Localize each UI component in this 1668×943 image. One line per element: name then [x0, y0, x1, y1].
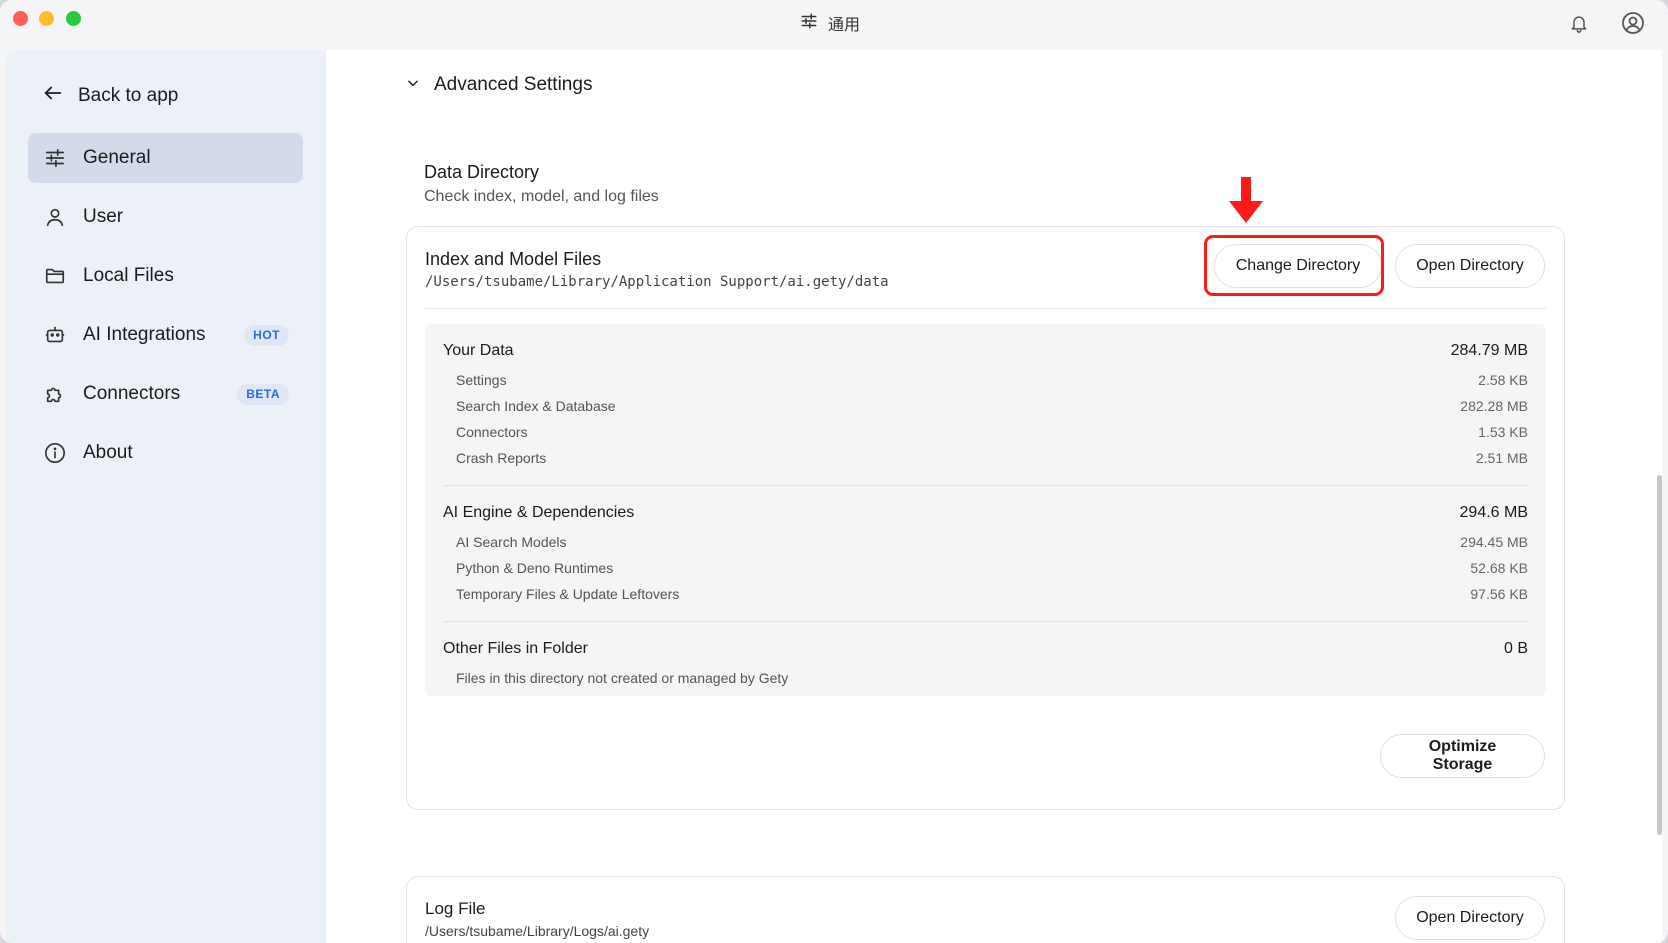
puzzle-icon: [42, 381, 68, 407]
storage-breakdown: Your Data 284.79 MB Settings 2.58 KB Sea…: [425, 324, 1546, 696]
divider: [443, 485, 1528, 486]
beta-badge: BETA: [237, 384, 289, 405]
section-title: Advanced Settings: [434, 74, 593, 95]
group-label: Your Data: [443, 342, 514, 359]
advanced-settings-toggle[interactable]: Advanced Settings: [406, 74, 592, 96]
close-window-button[interactable]: [13, 11, 28, 26]
group-size: 294.6 MB: [1459, 504, 1528, 521]
chevron-down-icon: [406, 74, 420, 96]
group-size: 0 B: [1503, 640, 1528, 657]
window-title: 通用: [828, 17, 861, 34]
item-size: 2.58 KB: [1478, 372, 1528, 388]
sidebar-item-about[interactable]: About: [28, 428, 303, 478]
group-other-files: Other Files in Folder 0 B: [443, 640, 1528, 658]
bell-icon[interactable]: [1566, 10, 1592, 36]
item-size: 97.56 KB: [1470, 586, 1528, 602]
window-title-group: 通用: [800, 11, 860, 35]
list-item: Temporary Files & Update Leftovers 97.56…: [456, 586, 1528, 602]
index-model-files-card: Index and Model Files /Users/tsubame/Lib…: [406, 177, 1565, 810]
robot-icon: [42, 322, 68, 348]
zoom-window-button[interactable]: [66, 11, 81, 26]
note-text: Files in this directory not created or m…: [456, 670, 789, 686]
list-item: Connectors 1.53 KB: [456, 424, 1528, 440]
item-size: 52.68 KB: [1470, 560, 1528, 576]
list-item: Python & Deno Runtimes 52.68 KB: [456, 560, 1528, 576]
data-directory-title: Data Directory: [424, 162, 540, 182]
folder-icon: [42, 263, 68, 289]
item-label: Python & Deno Runtimes: [456, 560, 614, 576]
sidebar-item-user[interactable]: User: [28, 192, 303, 242]
sidebar-item-label: Connectors: [83, 383, 181, 404]
back-to-app-link[interactable]: Back to app: [42, 82, 178, 110]
open-log-directory-button[interactable]: Open Directory: [1395, 896, 1545, 940]
data-directory-subtitle: Check index, model, and log files: [424, 188, 659, 205]
sidebar-item-connectors[interactable]: Connectors BETA: [28, 369, 303, 419]
minimize-window-button[interactable]: [39, 11, 54, 26]
directory-path: /Users/tsubame/Library/Application Suppo…: [425, 274, 889, 290]
item-size: 294.45 MB: [1460, 534, 1528, 550]
item-size: 282.28 MB: [1460, 398, 1528, 414]
item-label: Crash Reports: [456, 450, 547, 466]
main-content: Advanced Settings Data Directory Check i…: [326, 50, 1662, 943]
account-icon[interactable]: [1620, 10, 1646, 36]
sidebar-item-label: User: [83, 206, 124, 227]
sidebar-item-ai-integrations[interactable]: AI Integrations HOT: [28, 310, 303, 360]
sidebar: Back to app General User Local Files AI …: [6, 50, 326, 943]
log-file-card: Log File /Users/tsubame/Library/Logs/ai.…: [406, 876, 1565, 943]
open-directory-button[interactable]: Open Directory: [1395, 244, 1545, 288]
list-item: Settings 2.58 KB: [456, 372, 1528, 388]
log-path: /Users/tsubame/Library/Logs/ai.gety: [425, 923, 650, 939]
optimize-storage-button[interactable]: Optimize Storage: [1380, 734, 1545, 778]
sidebar-item-label: Local Files: [83, 265, 174, 286]
sidebar-item-general[interactable]: General: [28, 133, 303, 183]
sidebar-item-local-files[interactable]: Local Files: [28, 251, 303, 301]
group-your-data: Your Data 284.79 MB: [443, 342, 1528, 360]
group-ai-engine: AI Engine & Dependencies 294.6 MB: [443, 504, 1528, 522]
annotation-arrow-icon: [1229, 177, 1263, 230]
sliders-icon: [42, 145, 68, 171]
title-bar: 通用: [0, 0, 1668, 46]
list-item: Search Index & Database 282.28 MB: [456, 398, 1528, 414]
change-directory-button[interactable]: Change Directory: [1214, 244, 1382, 288]
divider: [425, 308, 1546, 309]
info-icon: [42, 440, 68, 466]
app-window: 通用 Back to app General User Local Files …: [0, 0, 1668, 943]
item-size: 1.53 KB: [1478, 424, 1528, 440]
hot-badge: HOT: [244, 325, 289, 346]
list-item: AI Search Models 294.45 MB: [456, 534, 1528, 550]
item-label: Temporary Files & Update Leftovers: [456, 586, 680, 602]
sidebar-item-label: General: [83, 147, 151, 168]
group-label: AI Engine & Dependencies: [443, 504, 635, 521]
vertical-scrollbar[interactable]: [1657, 475, 1662, 835]
list-item: Crash Reports 2.51 MB: [456, 450, 1528, 466]
sliders-icon: [800, 12, 818, 35]
item-label: Search Index & Database: [456, 398, 616, 414]
group-label: Other Files in Folder: [443, 640, 588, 657]
divider: [443, 621, 1528, 622]
item-label: Connectors: [456, 424, 528, 440]
arrow-left-icon: [42, 82, 64, 110]
item-size: 2.51 MB: [1475, 450, 1528, 466]
sidebar-item-label: About: [83, 442, 133, 463]
group-size: 284.79 MB: [1450, 342, 1528, 359]
item-label: Settings: [456, 372, 507, 388]
card-title: Log File: [425, 899, 486, 918]
card-title: Index and Model Files: [425, 249, 602, 269]
sidebar-item-label: AI Integrations: [83, 324, 206, 345]
item-label: AI Search Models: [456, 534, 567, 550]
user-icon: [42, 204, 68, 230]
group-note: Files in this directory not created or m…: [456, 670, 1528, 686]
back-to-app-label: Back to app: [78, 85, 179, 106]
